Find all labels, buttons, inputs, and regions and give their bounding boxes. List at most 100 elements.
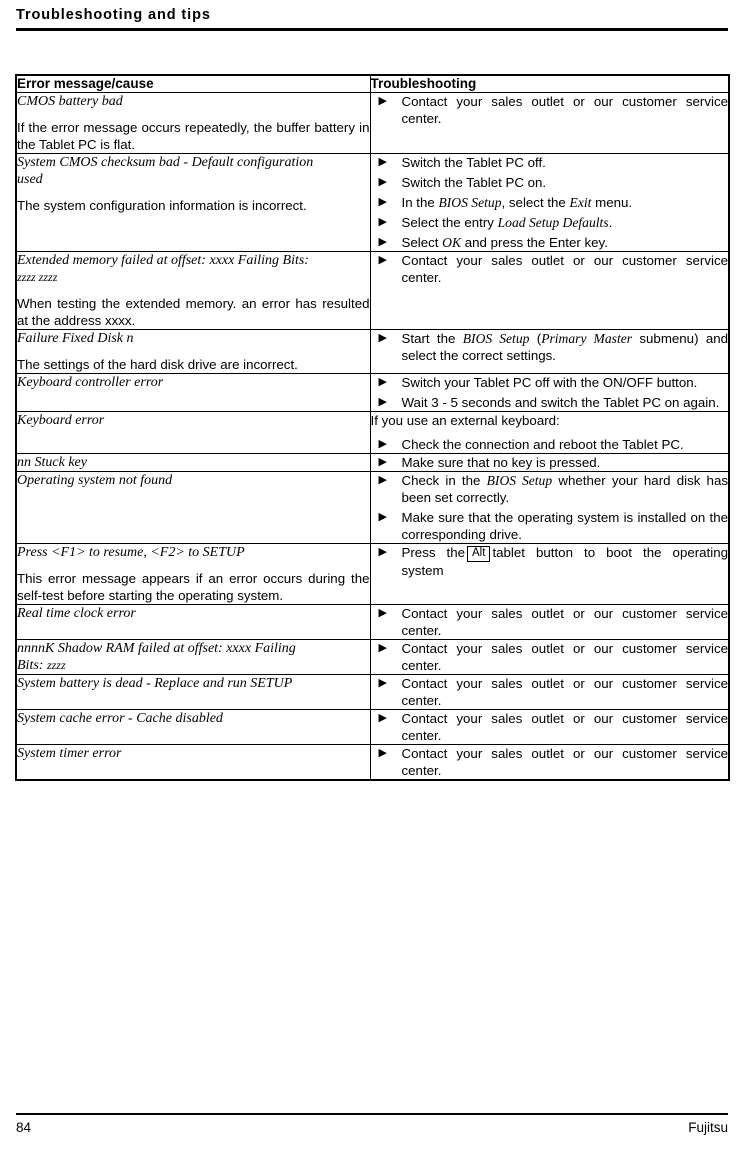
error-message-text: System cache error - Cache disabled (17, 711, 223, 726)
triangle-bullet-icon: ▶ (378, 712, 387, 724)
step-emphasis: BIOS Setup (486, 473, 553, 488)
step-list: ▶ Make sure that no key is pressed. (371, 454, 729, 471)
step-text: Select (401, 235, 443, 250)
error-message-text: Extended memory failed at offset: xxxx F… (17, 252, 370, 286)
error-message-text: System timer error (17, 746, 122, 761)
step-text: menu. (591, 195, 633, 210)
alt-keycap: Alt (467, 546, 491, 562)
error-message-line-2-suffix: zzzz (46, 658, 66, 672)
list-item: ▶ Press the Alt tablet button to boot the o… (371, 544, 729, 579)
step-emphasis: OK (442, 235, 462, 250)
step-text: Switch your Tablet PC off with the ON/OF… (401, 375, 698, 390)
step-text: , select the (501, 195, 570, 210)
step-lead-in-text: If you use an external keyboard: (370, 413, 560, 428)
cell-troubleshooting: ▶ Contact your sales outlet or our custom… (369, 744, 730, 781)
cell-troubleshooting: ▶ Check in the BIOS Setup whether your ha… (369, 471, 730, 544)
table-row: Failure Fixed Disk n The settings of the… (15, 329, 730, 374)
document-page: Troubleshooting and tips Error message/c… (0, 0, 744, 1159)
step-emphasis: Load Setup Defaults (497, 215, 609, 230)
error-message-text: Real time clock error (17, 606, 136, 621)
list-item: ▶ Make sure that no key is pressed. (371, 454, 729, 471)
table-row: Press <F1> to resume, <F2> to SETUP This… (15, 543, 730, 605)
column-header-troubleshooting: Troubleshooting (369, 74, 730, 93)
error-message-table: Error message/cause Troubleshooting CMOS… (15, 74, 730, 781)
cell-cause: Failure Fixed Disk n The settings of the… (15, 329, 371, 374)
cell-cause: Keyboard controller error (15, 373, 371, 412)
error-message-text: Operating system not found (17, 473, 173, 488)
step-list: ▶ Contact your sales outlet or our custom… (371, 605, 729, 639)
table-row: System cache error - Cache disabled ▶ Con… (15, 709, 730, 745)
triangle-bullet-icon: ▶ (378, 607, 387, 619)
step-emphasis: Primary Master (541, 331, 633, 346)
step-list: ▶ Contact your sales outlet or our custom… (371, 93, 729, 127)
table-row: System battery is dead - Replace and run… (15, 674, 730, 710)
table-row: nnnnK Shadow RAM failed at offset: xxxx … (15, 639, 730, 675)
step-text: Make sure that the operating system is i… (401, 510, 729, 542)
step-emphasis: BIOS Setup (438, 195, 502, 210)
triangle-bullet-icon: ▶ (378, 332, 387, 344)
step-text: Switch the Tablet PC off. (401, 155, 546, 170)
step-list: ▶ Press the Alt tablet button to boot the o… (371, 544, 729, 579)
list-item: ▶ Switch your Tablet PC off with the ON/O… (371, 374, 729, 391)
cell-troubleshooting: ▶ Contact your sales outlet or our custom… (369, 639, 730, 675)
triangle-bullet-icon: ▶ (378, 642, 387, 654)
error-message-line-2: zzzz zzzz (17, 270, 58, 284)
list-item: ▶ Contact your sales outlet or our custom… (371, 710, 729, 744)
error-message-line-1: Extended memory failed at offset: xxxx F… (17, 253, 309, 268)
header-divider-rule (16, 28, 728, 31)
step-text: In the (401, 195, 439, 210)
error-message-text: Press <F1> to resume, <F2> to SETUP (17, 545, 245, 560)
error-description-text: This error message appears if an error o… (17, 571, 370, 603)
step-list: ▶ Contact your sales outlet or our custom… (371, 710, 729, 744)
error-message-text: Keyboard error (17, 413, 105, 428)
step-text: Contact your sales outlet or our custome… (401, 94, 729, 126)
cell-cause: CMOS battery bad If the error message oc… (15, 92, 371, 154)
step-list: ▶ Contact your sales outlet or our custom… (371, 640, 729, 674)
cell-troubleshooting: ▶ Start the BIOS Setup (Primary Master su… (369, 329, 730, 374)
list-item: ▶ Start the BIOS Setup (Primary Master su… (371, 330, 729, 364)
step-text: Check in the (401, 473, 487, 488)
step-emphasis: Exit (569, 195, 592, 210)
footer-divider-rule (16, 1113, 728, 1115)
step-list: ▶ Contact your sales outlet or our custom… (371, 675, 729, 709)
list-item: ▶ Contact your sales outlet or our custom… (371, 93, 729, 127)
step-text: Check the connection and reboot the Tabl… (401, 437, 684, 452)
step-list: ▶ Start the BIOS Setup (Primary Master su… (371, 330, 729, 364)
cell-cause: System timer error (15, 744, 371, 781)
step-text: Make sure that no key is pressed. (401, 455, 601, 470)
step-text: Press the (401, 545, 466, 560)
error-message-text: Failure Fixed Disk n (17, 331, 134, 346)
triangle-bullet-icon: ▶ (378, 438, 387, 450)
triangle-bullet-icon: ▶ (378, 396, 387, 408)
error-message-line-2: used (17, 172, 43, 187)
step-text: and press the Enter key. (461, 235, 608, 250)
error-message-line-2: Bits: (17, 658, 47, 673)
triangle-bullet-icon: ▶ (378, 546, 387, 558)
table-row: System timer error ▶ Contact your sales o… (15, 744, 730, 781)
error-description-text: If the error message occurs repeatedly, … (17, 120, 370, 152)
list-item: ▶ In the BIOS Setup, select the Exit menu… (371, 194, 729, 211)
cell-cause: System cache error - Cache disabled (15, 709, 371, 745)
cell-troubleshooting: ▶ Switch your Tablet PC off with the ON/O… (369, 373, 730, 412)
list-item: ▶ Select the entry Load Setup Defaults. (371, 214, 729, 231)
triangle-bullet-icon: ▶ (378, 511, 387, 523)
triangle-bullet-icon: ▶ (378, 474, 387, 486)
cell-cause: nnnnK Shadow RAM failed at offset: xxxx … (15, 639, 371, 675)
triangle-bullet-icon: ▶ (378, 376, 387, 388)
triangle-bullet-icon: ▶ (378, 456, 387, 468)
table-row: Keyboard controller error ▶ Switch your T… (15, 373, 730, 412)
cell-troubleshooting: ▶ Make sure that no key is pressed. (369, 453, 730, 472)
cell-cause: Press <F1> to resume, <F2> to SETUP This… (15, 543, 371, 605)
triangle-bullet-icon: ▶ (378, 677, 387, 689)
triangle-bullet-icon: ▶ (378, 196, 387, 208)
cell-cause: System CMOS checksum bad - Default confi… (15, 153, 371, 252)
step-emphasis: BIOS Setup (462, 331, 530, 346)
step-list: ▶ Check in the BIOS Setup whether your ha… (371, 472, 729, 543)
error-description-text: The settings of the hard disk drive are … (17, 357, 298, 372)
step-list: ▶ Switch the Tablet PC off. ▶ Switch the T… (371, 154, 729, 251)
list-item: ▶ Contact your sales outlet or our custom… (371, 675, 729, 709)
table-row: System CMOS checksum bad - Default confi… (15, 153, 730, 252)
cell-troubleshooting: ▶ Switch the Tablet PC off. ▶ Switch the T… (369, 153, 730, 252)
step-text: Contact your sales outlet or our custome… (401, 676, 729, 708)
table-row: Real time clock error ▶ Contact your sale… (15, 604, 730, 640)
